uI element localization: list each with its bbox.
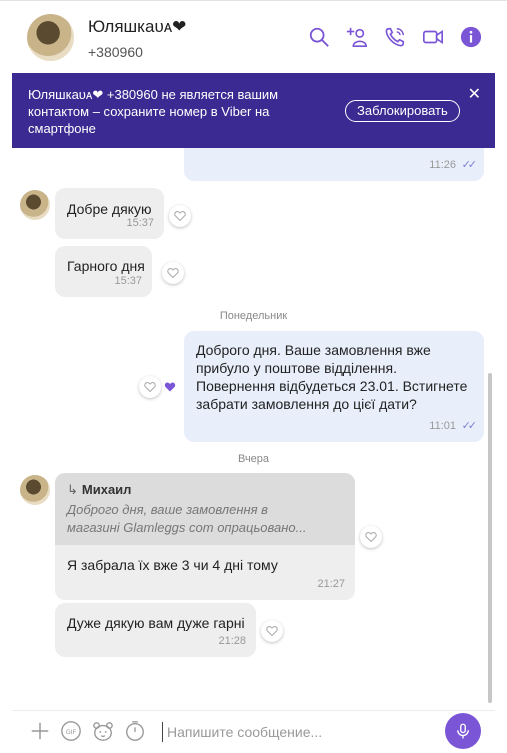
reply-author-name: Михаил — [81, 482, 132, 497]
message-list[interactable]: 11:26 ✓✓ Добре дякую 15:37 Гарного дня 1… — [12, 148, 495, 703]
like-icon[interactable] — [162, 262, 184, 284]
reply-text-line: магазині Glamleggs com опрацьовано... — [67, 520, 307, 535]
reply-author: ↳ Михаил — [67, 481, 343, 499]
add-participant-icon[interactable] — [345, 25, 369, 49]
unknown-contact-banner: Юляшкаυᴀ❤ +380960 не является вашим конт… — [12, 73, 495, 148]
message-input[interactable]: Напишите сообщение... — [162, 722, 322, 742]
like-icon[interactable] — [261, 620, 283, 642]
reply-text: Доброго дня, ваше замовлення в магазині … — [67, 501, 343, 537]
sender-avatar[interactable] — [20, 190, 50, 220]
like-icon[interactable] — [360, 526, 382, 548]
timer-icon[interactable] — [123, 719, 147, 743]
close-icon[interactable]: ✕ — [468, 86, 481, 103]
message-text: Дуже дякую вам дуже гарні — [67, 615, 245, 631]
block-button[interactable]: Заблокировать — [345, 100, 460, 122]
outgoing-message[interactable]: 11:26 ✓✓ — [184, 148, 484, 181]
chat-header: Юляшкаυᴀ❤ +380960 — [0, 0, 507, 73]
microphone-icon[interactable] — [445, 713, 481, 749]
message-text-line: Повернення відбудеться 23.01. Встигнете — [196, 378, 468, 394]
like-icon[interactable] — [139, 376, 161, 398]
reply-text-line: Доброго дня, ваше замовлення в — [67, 502, 268, 517]
incoming-message[interactable]: Гарного дня 15:37 — [55, 246, 152, 297]
message-time: 11:01 — [429, 420, 456, 432]
outgoing-message[interactable]: Доброго дня. Ваше замовлення вже прибуло… — [184, 331, 484, 442]
svg-text:GIF: GIF — [66, 728, 77, 736]
incoming-message[interactable]: Добре дякую 15:37 — [55, 188, 164, 239]
incoming-message[interactable]: Дуже дякую вам дуже гарні 21:28 — [55, 603, 256, 657]
message-text-line: прибуло у поштове відділення. — [196, 360, 397, 376]
plus-icon[interactable] — [28, 719, 52, 743]
message-text: Доброго дня. Ваше замовлення вже прибуло… — [196, 341, 467, 413]
message-text: Я забрала їх вже 3 чи 4 дні тому — [67, 557, 278, 573]
day-separator: Понедельник — [219, 310, 288, 322]
quoted-reply[interactable]: ↳ Михаил Доброго дня, ваше замовлення в м… — [55, 473, 355, 545]
message-time: 21:27 — [317, 578, 345, 590]
read-check-icon: ✓✓ — [461, 420, 478, 432]
message-time: 11:26 — [429, 159, 456, 171]
message-time: 15:37 — [114, 275, 142, 287]
day-separator: Вчера — [237, 453, 270, 465]
message-composer: GIF Напишите сообщение... — [12, 710, 495, 753]
voice-call-icon[interactable] — [383, 25, 407, 49]
video-call-icon[interactable] — [421, 25, 445, 49]
scrollbar[interactable] — [488, 373, 492, 703]
reply-arrow-icon: ↳ — [67, 482, 78, 497]
contact-phone: +380960 — [88, 44, 143, 60]
viber-chat-window: Юляшкаυᴀ❤ +380960 Юляшкаυᴀ❤ +380960 не я… — [0, 0, 507, 753]
message-time: 15:37 — [126, 217, 154, 229]
info-icon[interactable] — [459, 25, 483, 49]
message-text-line: забрати замовлення до цієї дати? — [196, 396, 417, 412]
header-actions — [307, 25, 483, 49]
message-time: 21:28 — [218, 635, 246, 647]
gif-icon[interactable]: GIF — [59, 719, 83, 743]
message-text-line: Доброго дня. Ваше замовлення вже — [196, 342, 431, 358]
search-icon[interactable] — [307, 25, 331, 49]
sender-avatar[interactable] — [20, 475, 50, 505]
like-icon[interactable] — [169, 205, 191, 227]
read-check-icon: ✓✓ — [461, 159, 478, 171]
sticker-icon[interactable] — [91, 719, 115, 743]
liked-heart-icon[interactable] — [164, 380, 176, 392]
banner-text: Юляшкаυᴀ❤ +380960 не является вашим конт… — [28, 86, 338, 137]
contact-avatar[interactable] — [27, 14, 74, 61]
banner-text-line: контактом – сохраните номер в Viber на — [28, 104, 270, 119]
contact-name[interactable]: Юляшкаυᴀ❤ — [88, 17, 186, 37]
incoming-message[interactable]: ↳ Михаил Доброго дня, ваше замовлення в м… — [55, 473, 355, 600]
banner-text-line: смартфоне — [28, 121, 96, 136]
banner-text-line: Юляшкаυᴀ❤ +380960 не является вашим — [28, 87, 279, 102]
